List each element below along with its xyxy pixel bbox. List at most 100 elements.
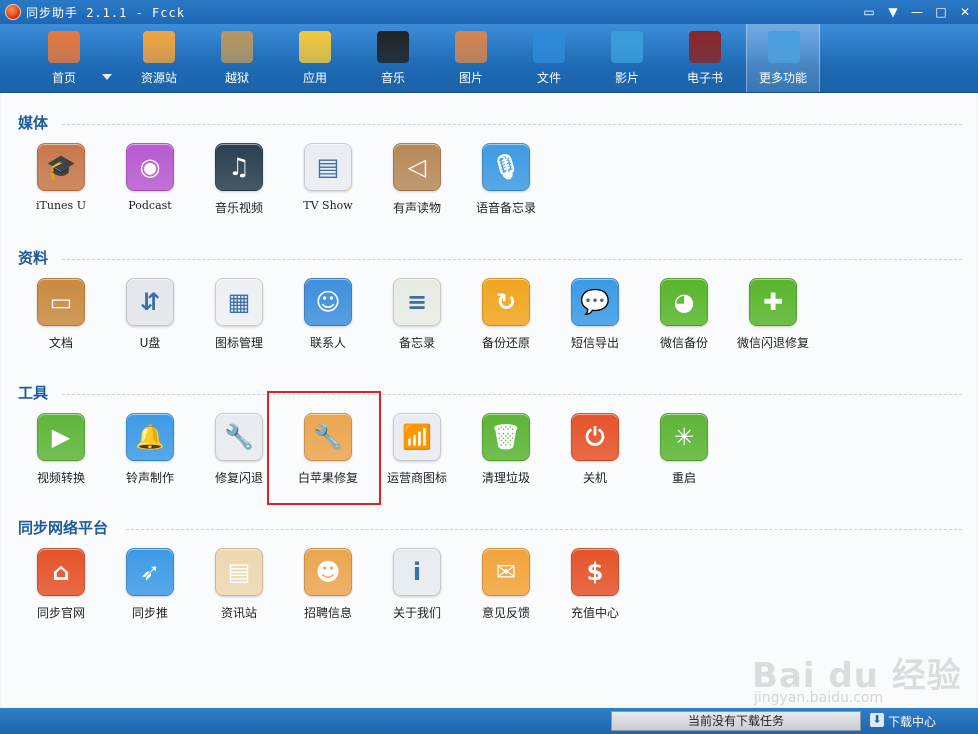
tab-apps[interactable]: 应用 [278, 24, 352, 92]
app-news[interactable]: ▤ 资讯站 [194, 548, 284, 628]
tab-ebook[interactable]: 电子书 [668, 24, 742, 92]
audiobook-icon: ◁ [393, 143, 441, 191]
microphone-icon: 🎙 [482, 143, 530, 191]
app-message[interactable]: 💬 短信导出 [550, 278, 640, 358]
tab-jailbreak[interactable]: 越狱 [200, 24, 274, 92]
music-video-icon: ♫ [215, 143, 263, 191]
section-title-data: 资料 [18, 249, 49, 267]
tab-home[interactable]: 首页 [27, 24, 101, 92]
icon-glyph: ◁ [407, 153, 427, 181]
app-house[interactable]: ⌂ 同步官网 [16, 548, 106, 628]
app-bell[interactable]: 🔔 铃声制作 [105, 413, 195, 493]
icon-glyph: 📶 [402, 423, 432, 451]
icon-glyph: ♫ [228, 153, 250, 181]
tongbutui-icon: ➶ [126, 548, 174, 596]
app-podcast[interactable]: ◉ Podcast [105, 143, 195, 223]
app-usb-drive[interactable]: ⇵ U盘 [105, 278, 195, 358]
app-backup[interactable]: ↻ 备份还原 [461, 278, 551, 358]
tab-label: 越狱 [224, 71, 249, 85]
icon-glyph: ➶ [139, 558, 161, 586]
icon-glyph: ⏻ [585, 423, 605, 451]
feedback-icon[interactable]: ▭ [860, 4, 878, 20]
pineapple-icon [221, 31, 253, 63]
app-tv[interactable]: ▤ TV Show [283, 143, 373, 223]
app-label: 同步推 [131, 606, 168, 620]
status-bar: 当前没有下载任务 ⬇ 下载中心 [0, 708, 978, 734]
app-label: 清理垃圾 [481, 471, 530, 485]
app-contacts[interactable]: ☺ 联系人 [283, 278, 373, 358]
feedback-icon: ✉ [482, 548, 530, 596]
app-label: iTunes U [36, 199, 86, 212]
trash-icon: 🗑 [482, 413, 530, 461]
icon-glyph: ☺ [315, 288, 341, 316]
tab-files[interactable]: 文件 [512, 24, 586, 92]
tab-pictures[interactable]: 图片 [434, 24, 508, 92]
minimize-icon[interactable]: — [908, 4, 926, 20]
divider [126, 529, 962, 530]
wrench-icon: 🔧 [215, 413, 263, 461]
maximize-icon[interactable]: □ [932, 4, 950, 20]
app-label: 同步官网 [36, 606, 85, 620]
download-icon[interactable]: ⬇ [870, 713, 884, 727]
icon-glyph: 🎙 [490, 153, 522, 181]
app-microphone[interactable]: 🎙 语音备忘录 [461, 143, 551, 223]
bell-icon: 🔔 [126, 413, 174, 461]
app-logo-icon [5, 4, 21, 20]
icon-glyph: ⌂ [52, 558, 70, 586]
icon-grid-icon: ▦ [215, 278, 263, 326]
app-icon-grid[interactable]: ▦ 图标管理 [194, 278, 284, 358]
icon-glyph: 💬 [580, 288, 610, 316]
close-icon[interactable]: ✕ [956, 4, 974, 20]
app-video-convert[interactable]: ▶ 视频转换 [16, 413, 106, 493]
usb-drive-icon: ⇵ [126, 278, 174, 326]
divider [62, 394, 962, 395]
tab-resources[interactable]: 资源站 [122, 24, 196, 92]
app-label: 文档 [48, 336, 73, 350]
app-document[interactable]: ▭ 文档 [16, 278, 106, 358]
app-dollar[interactable]: $ 充值中心 [550, 548, 640, 628]
app-music-video[interactable]: ♫ 音乐视频 [194, 143, 284, 223]
app-wechat-repair[interactable]: ✚ 微信闪退修复 [728, 278, 818, 358]
wechat-icon: ◕ [660, 278, 708, 326]
divider [62, 124, 962, 125]
section-title-tools: 工具 [18, 384, 49, 402]
podcast-icon: ◉ [126, 143, 174, 191]
app-label: 备份还原 [481, 336, 530, 350]
app-label: 铃声制作 [125, 471, 174, 485]
icon-glyph: ↻ [495, 288, 517, 316]
app-label: 意见反馈 [481, 606, 530, 620]
app-restart[interactable]: ✳ 重启 [639, 413, 729, 493]
app-label: 关于我们 [392, 606, 441, 620]
tab-video[interactable]: 影片 [590, 24, 664, 92]
carrier-icon: 📶 [393, 413, 441, 461]
tab-label: 首页 [51, 71, 76, 85]
app-wechat[interactable]: ◕ 微信备份 [639, 278, 729, 358]
recruit-icon: ☻ [304, 548, 352, 596]
tab-label: 影片 [614, 71, 639, 85]
app-graduation-cap[interactable]: 🎓 iTunes U [16, 143, 106, 223]
app-label: 图标管理 [214, 336, 263, 350]
icon-glyph: ▤ [227, 558, 251, 586]
app-power[interactable]: ⏻ 关机 [550, 413, 640, 493]
app-trash[interactable]: 🗑 清理垃圾 [461, 413, 551, 493]
app-tongbutui[interactable]: ➶ 同步推 [105, 548, 195, 628]
download-center-link[interactable]: 下载中心 [888, 713, 936, 730]
contacts-icon: ☺ [304, 278, 352, 326]
tab-music[interactable]: 音乐 [356, 24, 430, 92]
icon-glyph: ▤ [316, 153, 340, 181]
menu-icon[interactable]: ▼ [884, 4, 902, 20]
app-label: 招聘信息 [303, 606, 352, 620]
tab-more[interactable]: 更多功能 [746, 24, 820, 92]
app-audiobook[interactable]: ◁ 有声读物 [372, 143, 462, 223]
icon-glyph: 🗑 [490, 423, 522, 451]
app-carrier[interactable]: 📶 运营商图标 [372, 413, 462, 493]
app-recruit[interactable]: ☻ 招聘信息 [283, 548, 373, 628]
app-info[interactable]: i 关于我们 [372, 548, 462, 628]
app-notes[interactable]: ≡ 备忘录 [372, 278, 462, 358]
tab-label: 资源站 [140, 71, 177, 85]
section-title-network: 同步网络平台 [18, 519, 109, 537]
house-icon: ⌂ [37, 548, 85, 596]
icon-glyph: ✉ [495, 558, 517, 586]
app-feedback[interactable]: ✉ 意见反馈 [461, 548, 551, 628]
chevron-down-icon[interactable] [102, 74, 112, 80]
